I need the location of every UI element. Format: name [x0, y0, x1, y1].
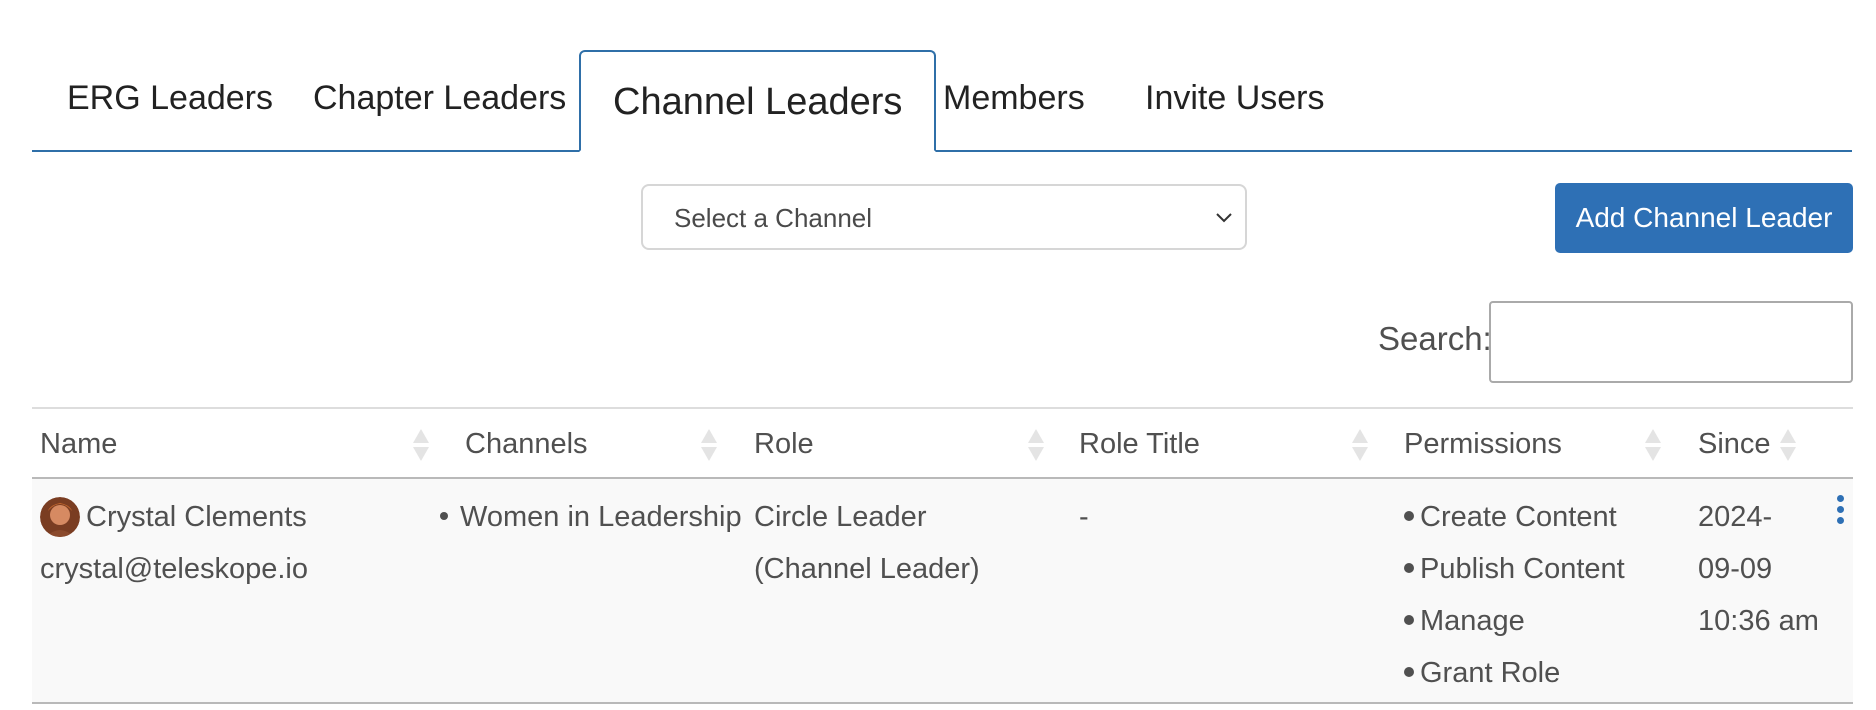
bullet-icon [1404, 667, 1414, 678]
search-label: Search: [1378, 320, 1492, 357]
channel-select-value: Select a Channel [674, 203, 873, 233]
permission-item: Manage [1404, 595, 1525, 647]
permission-item: Grant Role [1404, 647, 1560, 699]
leader-tabs: ERG Leaders Chapter Leaders Channel Lead… [32, 50, 1852, 152]
sort-icon[interactable] [1778, 427, 1798, 463]
column-header-permissions[interactable]: Permissions [1404, 409, 1562, 479]
role-line: Circle Leader [754, 501, 927, 533]
bullet-icon [1404, 563, 1414, 574]
sort-icon[interactable] [1026, 427, 1046, 463]
more-options-icon[interactable] [1832, 495, 1848, 535]
channel-name: Women in Leadership [460, 501, 742, 533]
sort-icon[interactable] [411, 427, 431, 463]
permission-label: Create Content [1420, 501, 1617, 533]
column-header-role[interactable]: Role [754, 409, 814, 479]
tab-invite-users[interactable]: Invite Users [1145, 50, 1325, 152]
permission-item: Publish Content [1404, 543, 1625, 595]
channel-select[interactable]: Select a Channel [641, 184, 1247, 250]
since-date: 2024- [1698, 501, 1773, 533]
tab-chapter-leaders[interactable]: Chapter Leaders [313, 50, 566, 152]
column-header-channels[interactable]: Channels [465, 409, 588, 479]
search-input[interactable] [1489, 301, 1853, 383]
bullet-icon [440, 512, 448, 521]
sort-icon[interactable] [1643, 427, 1663, 463]
permission-label: Grant Role [1420, 657, 1561, 689]
since-time: 10:36 am [1698, 605, 1819, 637]
add-channel-leader-button[interactable]: Add Channel Leader [1555, 183, 1853, 253]
avatar [40, 497, 80, 537]
user-email: crystal@teleskope.io [40, 553, 308, 585]
tab-erg-leaders[interactable]: ERG Leaders [67, 50, 273, 152]
role-title: - [1079, 501, 1089, 533]
since-date: 09-09 [1698, 553, 1773, 585]
column-header-name[interactable]: Name [40, 409, 117, 479]
leaders-table: Name Channels Role Role Title Permission… [32, 407, 1853, 704]
column-header-since[interactable]: Since [1698, 409, 1771, 479]
sort-icon[interactable] [699, 427, 719, 463]
bullet-icon [1404, 511, 1414, 522]
column-header-role-title[interactable]: Role Title [1079, 409, 1200, 479]
permission-item: Create Content [1404, 491, 1617, 543]
channel-leaders-page: ERG Leaders Chapter Leaders Channel Lead… [0, 0, 1876, 710]
table-row: Crystal Clements crystal@teleskope.io Wo… [32, 479, 1853, 704]
user-name[interactable]: Crystal Clements [86, 491, 307, 543]
bullet-icon [1404, 615, 1414, 626]
tab-members[interactable]: Members [943, 50, 1085, 152]
role-line: (Channel Leader) [754, 553, 980, 585]
table-header: Name Channels Role Role Title Permission… [32, 407, 1853, 479]
channel-list-item: Women in Leadership [440, 491, 742, 543]
sort-icon[interactable] [1350, 427, 1370, 463]
permission-label: Manage [1420, 605, 1525, 637]
chevron-down-icon [1216, 213, 1232, 223]
permission-label: Publish Content [1420, 553, 1625, 585]
tab-channel-leaders[interactable]: Channel Leaders [579, 50, 937, 152]
